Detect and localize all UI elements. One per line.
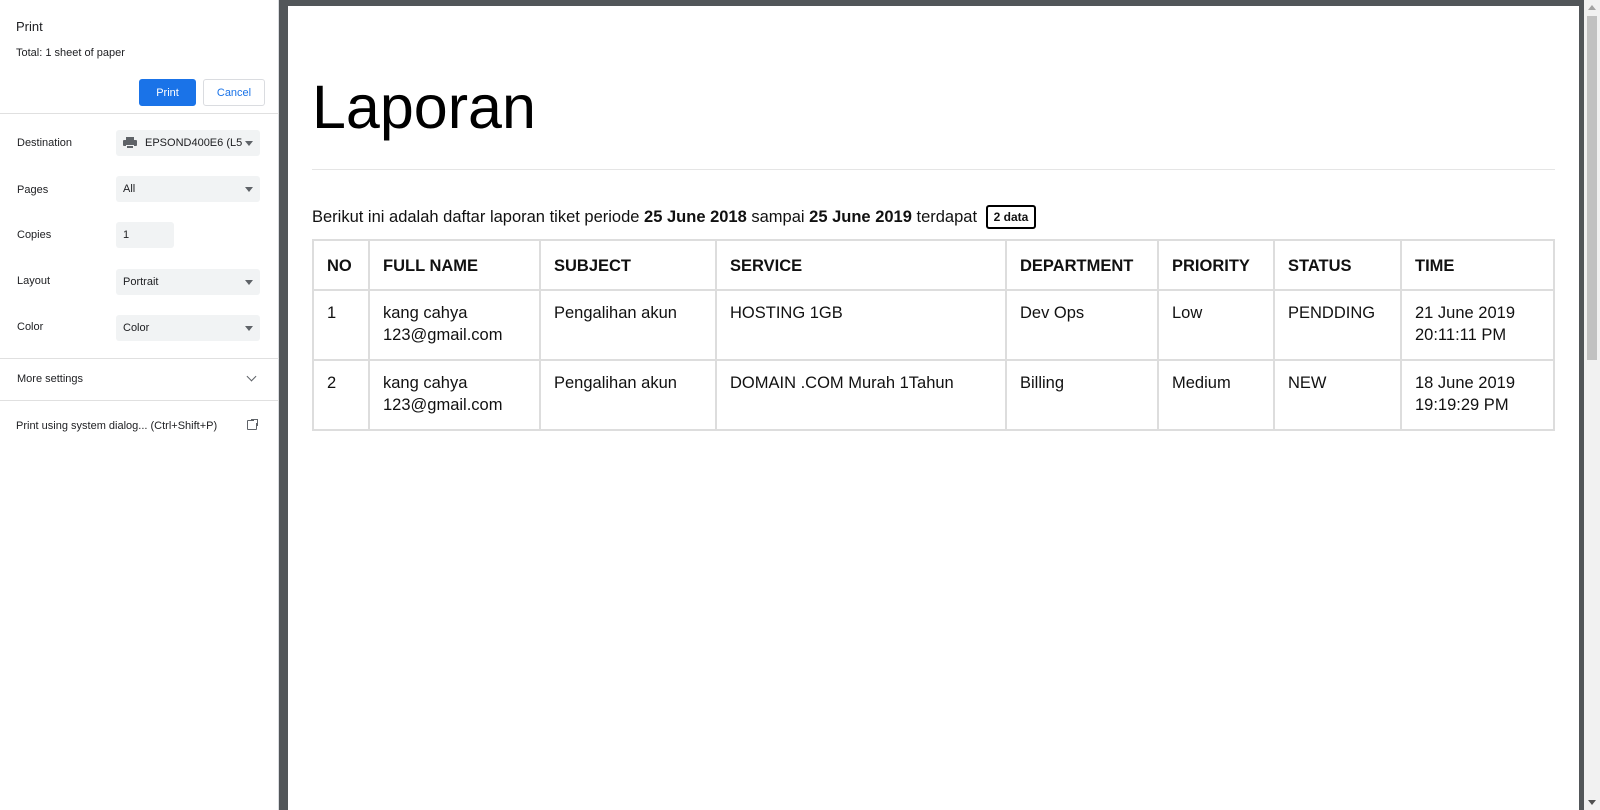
print-button[interactable]: Print bbox=[139, 79, 196, 106]
dropdown-arrow-icon bbox=[245, 141, 253, 146]
intro-mid: sampai bbox=[746, 207, 810, 226]
cell-subject: Pengalihan akun bbox=[539, 359, 717, 431]
name-line: 123@gmail.com bbox=[383, 396, 503, 414]
divider bbox=[0, 400, 279, 401]
cancel-button[interactable]: Cancel bbox=[203, 79, 265, 106]
column-header: DEPARTMENT bbox=[1005, 239, 1159, 291]
pages-select[interactable]: All bbox=[116, 176, 260, 202]
divider bbox=[312, 169, 1555, 170]
print-preview: Laporan Berikut ini adalah daftar lapora… bbox=[280, 0, 1584, 810]
table-row: 2 kang cahya 123@gmail.com Pengalihan aku… bbox=[312, 359, 1555, 431]
intro-prefix: Berikut ini adalah daftar laporan tiket … bbox=[312, 207, 645, 226]
preview-page: Laporan Berikut ini adalah daftar lapora… bbox=[288, 6, 1579, 810]
date-from: 25 June 2018 bbox=[644, 207, 747, 226]
column-header: SUBJECT bbox=[539, 239, 717, 291]
time-line: 20:11:11 PM bbox=[1415, 326, 1507, 344]
destination-select[interactable]: EPSOND400E6 (L5 bbox=[116, 130, 260, 156]
cell-priority: Low bbox=[1157, 289, 1275, 361]
cell-no: 2 bbox=[312, 359, 370, 431]
report-intro: Berikut ini adalah daftar laporan tiket … bbox=[312, 205, 1037, 229]
dropdown-arrow-icon bbox=[245, 326, 253, 331]
layout-label: Layout bbox=[17, 275, 51, 287]
column-header: NO bbox=[312, 239, 370, 291]
column-header: SERVICE bbox=[715, 239, 1007, 291]
vertical-scrollbar[interactable] bbox=[1584, 0, 1600, 810]
count-badge: 2 data bbox=[985, 205, 1037, 229]
report-table: NO FULL NAME SUBJECT SERVICE DEPARTMENT … bbox=[312, 239, 1555, 431]
color-select[interactable]: Color bbox=[116, 315, 260, 341]
table-row: 1 kang cahya 123@gmail.com Pengalihan aku… bbox=[312, 289, 1555, 361]
scroll-down-icon[interactable] bbox=[1588, 800, 1596, 805]
time-line: 21 June 2019 bbox=[1415, 304, 1516, 322]
name-line: 123@gmail.com bbox=[383, 326, 503, 344]
pages-label: Pages bbox=[17, 184, 49, 196]
layout-select[interactable]: Portrait bbox=[116, 269, 260, 295]
intro-suffix: terdapat bbox=[911, 207, 982, 226]
time-line: 18 June 2019 bbox=[1415, 374, 1516, 392]
cell-time: 21 June 2019 20:11:11 PM bbox=[1400, 289, 1555, 361]
page-title: Laporan bbox=[312, 73, 536, 141]
cell-full-name: kang cahya 123@gmail.com bbox=[368, 359, 541, 431]
cell-status: NEW bbox=[1273, 359, 1402, 431]
panel-title: Print bbox=[16, 19, 43, 34]
cell-service: DOMAIN .COM Murah 1Tahun bbox=[715, 359, 1007, 431]
color-value: Color bbox=[123, 322, 150, 334]
printer-icon bbox=[123, 137, 137, 149]
cell-service: HOSTING 1GB bbox=[715, 289, 1007, 361]
date-to: 25 June 2019 bbox=[809, 207, 912, 226]
system-dialog-label: Print using system dialog... (Ctrl+Shift… bbox=[16, 420, 218, 432]
cell-full-name: kang cahya 123@gmail.com bbox=[368, 289, 541, 361]
cell-no: 1 bbox=[312, 289, 370, 361]
divider bbox=[0, 358, 279, 359]
divider bbox=[0, 113, 279, 114]
dropdown-arrow-icon bbox=[245, 280, 253, 285]
open-external-icon bbox=[247, 418, 259, 430]
name-line: kang cahya bbox=[383, 374, 468, 392]
column-header: PRIORITY bbox=[1157, 239, 1275, 291]
column-header: TIME bbox=[1400, 239, 1555, 291]
dropdown-arrow-icon bbox=[245, 187, 253, 192]
destination-value: EPSOND400E6 (L5 bbox=[145, 137, 243, 149]
sheet-total: Total: 1 sheet of paper bbox=[16, 47, 125, 59]
time-line: 19:19:29 PM bbox=[1415, 396, 1509, 414]
system-dialog-link[interactable]: Print using system dialog... (Ctrl+Shift… bbox=[0, 412, 279, 440]
print-settings-panel: Print Total: 1 sheet of paper Print Canc… bbox=[0, 0, 279, 810]
chevron-down-icon bbox=[246, 371, 257, 382]
column-header: STATUS bbox=[1273, 239, 1402, 291]
scrollbar-thumb[interactable] bbox=[1587, 16, 1597, 360]
table-header-row: NO FULL NAME SUBJECT SERVICE DEPARTMENT … bbox=[312, 239, 1555, 291]
column-header: FULL NAME bbox=[368, 239, 541, 291]
cell-priority: Medium bbox=[1157, 359, 1275, 431]
pages-value: All bbox=[123, 183, 136, 195]
copies-input[interactable] bbox=[116, 222, 174, 248]
name-line: kang cahya bbox=[383, 304, 468, 322]
color-label: Color bbox=[17, 321, 44, 333]
destination-label: Destination bbox=[17, 137, 73, 149]
copies-label: Copies bbox=[17, 229, 52, 241]
cell-time: 18 June 2019 19:19:29 PM bbox=[1400, 359, 1555, 431]
cell-department: Billing bbox=[1005, 359, 1159, 431]
cell-status: PENDDING bbox=[1273, 289, 1402, 361]
layout-value: Portrait bbox=[123, 276, 159, 288]
cell-subject: Pengalihan akun bbox=[539, 289, 717, 361]
scroll-up-icon[interactable] bbox=[1588, 5, 1596, 10]
more-settings-label: More settings bbox=[17, 373, 84, 385]
more-settings-toggle[interactable]: More settings bbox=[0, 366, 279, 392]
cell-department: Dev Ops bbox=[1005, 289, 1159, 361]
